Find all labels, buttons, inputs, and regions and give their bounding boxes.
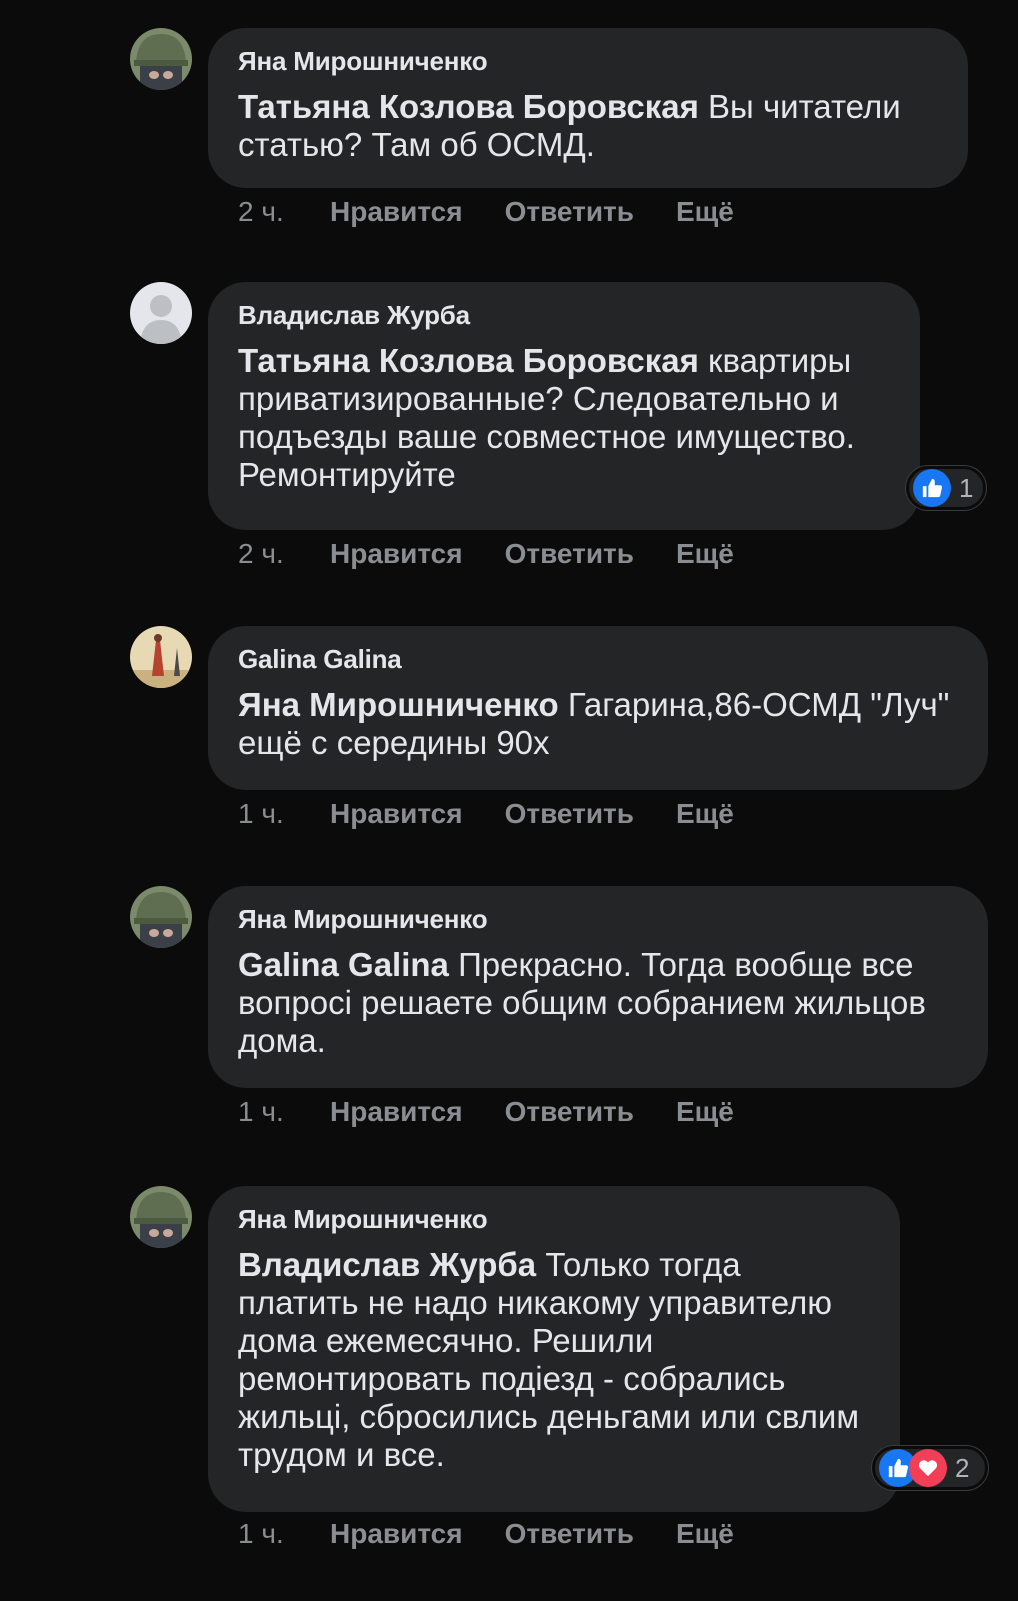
comment-author[interactable]: Яна Мирошниченко <box>238 902 958 936</box>
comment-actions: 1 ч. Нравится Ответить Ещё <box>238 1518 776 1550</box>
mention-link[interactable]: Владислав Журба <box>238 1246 536 1283</box>
comment-time[interactable]: 1 ч. <box>238 1518 330 1550</box>
photo-avatar[interactable] <box>130 626 192 688</box>
comment-author[interactable]: Galina Galina <box>238 642 958 676</box>
more-button[interactable]: Ещё <box>676 1518 734 1550</box>
comment-text: Татьяна Козлова Боровская Вы читатели ст… <box>238 88 938 164</box>
like-button[interactable]: Нравится <box>330 1096 463 1128</box>
comment-text: Galina Galina Прекрасно. Тогда вообще вс… <box>238 946 958 1060</box>
default-avatar-image <box>130 282 192 344</box>
comment-bubble[interactable]: Яна Мирошниченко Владислав Журба Только … <box>208 1186 900 1512</box>
default-avatar[interactable] <box>130 282 192 344</box>
helmet-avatar[interactable] <box>130 1186 192 1248</box>
mention-link[interactable]: Татьяна Козлова Боровская <box>238 342 699 379</box>
like-button[interactable]: Нравится <box>330 196 463 228</box>
comment-text: Татьяна Козлова Боровская квартиры прива… <box>238 342 890 494</box>
reaction-count: 2 <box>955 1452 970 1483</box>
mention-link[interactable]: Татьяна Козлова Боровская <box>238 88 699 125</box>
comment-time[interactable]: 2 ч. <box>238 538 330 570</box>
comment-bubble[interactable]: Владислав Журба Татьяна Козлова Боровска… <box>208 282 920 530</box>
reaction-count: 1 <box>959 472 974 503</box>
reply-button[interactable]: Ответить <box>505 196 634 228</box>
comment-actions: 1 ч. Нравится Ответить Ещё <box>238 798 776 830</box>
like-button[interactable]: Нравится <box>330 798 463 830</box>
helmet-avatar-image <box>130 28 192 90</box>
comment-author[interactable]: Владислав Журба <box>238 298 890 332</box>
love-reaction-icon <box>909 1449 947 1487</box>
mention-link[interactable]: Яна Мирошниченко <box>238 686 559 723</box>
comment-time[interactable]: 2 ч. <box>238 196 330 228</box>
comment-author[interactable]: Яна Мирошниченко <box>238 1202 870 1236</box>
more-button[interactable]: Ещё <box>676 1096 734 1128</box>
comment-actions: 1 ч. Нравится Ответить Ещё <box>238 1096 776 1128</box>
reactions-summary[interactable]: 2 <box>872 1446 988 1490</box>
comment-bubble[interactable]: Яна Мирошниченко Татьяна Козлова Боровск… <box>208 28 968 188</box>
comment-bubble[interactable]: Galina Galina Яна Мирошниченко Гагарина,… <box>208 626 988 790</box>
more-button[interactable]: Ещё <box>676 798 734 830</box>
comment-bubble[interactable]: Яна Мирошниченко Galina Galina Прекрасно… <box>208 886 988 1088</box>
photo-avatar-image <box>130 626 192 688</box>
helmet-avatar-image <box>130 1186 192 1248</box>
more-button[interactable]: Ещё <box>676 196 734 228</box>
reply-button[interactable]: Ответить <box>505 798 634 830</box>
comment-author[interactable]: Яна Мирошниченко <box>238 44 938 78</box>
comment-actions: 2 ч. Нравится Ответить Ещё <box>238 196 776 228</box>
helmet-avatar-image <box>130 886 192 948</box>
comment-time[interactable]: 1 ч. <box>238 798 330 830</box>
comment-time[interactable]: 1 ч. <box>238 1096 330 1128</box>
comment-text: Яна Мирошниченко Гагарина,86-ОСМД "Луч" … <box>238 686 958 762</box>
comment-text: Владислав Журба Только тогда платить не … <box>238 1246 870 1474</box>
comment-actions: 2 ч. Нравится Ответить Ещё <box>238 538 776 570</box>
helmet-avatar[interactable] <box>130 28 192 90</box>
like-reaction-icon <box>913 469 951 507</box>
reply-button[interactable]: Ответить <box>505 1096 634 1128</box>
reply-button[interactable]: Ответить <box>505 538 634 570</box>
helmet-avatar[interactable] <box>130 886 192 948</box>
mention-link[interactable]: Galina Galina <box>238 946 449 983</box>
reactions-summary[interactable]: 1 <box>906 466 986 510</box>
like-button[interactable]: Нравится <box>330 538 463 570</box>
like-button[interactable]: Нравится <box>330 1518 463 1550</box>
reply-button[interactable]: Ответить <box>505 1518 634 1550</box>
more-button[interactable]: Ещё <box>676 538 734 570</box>
